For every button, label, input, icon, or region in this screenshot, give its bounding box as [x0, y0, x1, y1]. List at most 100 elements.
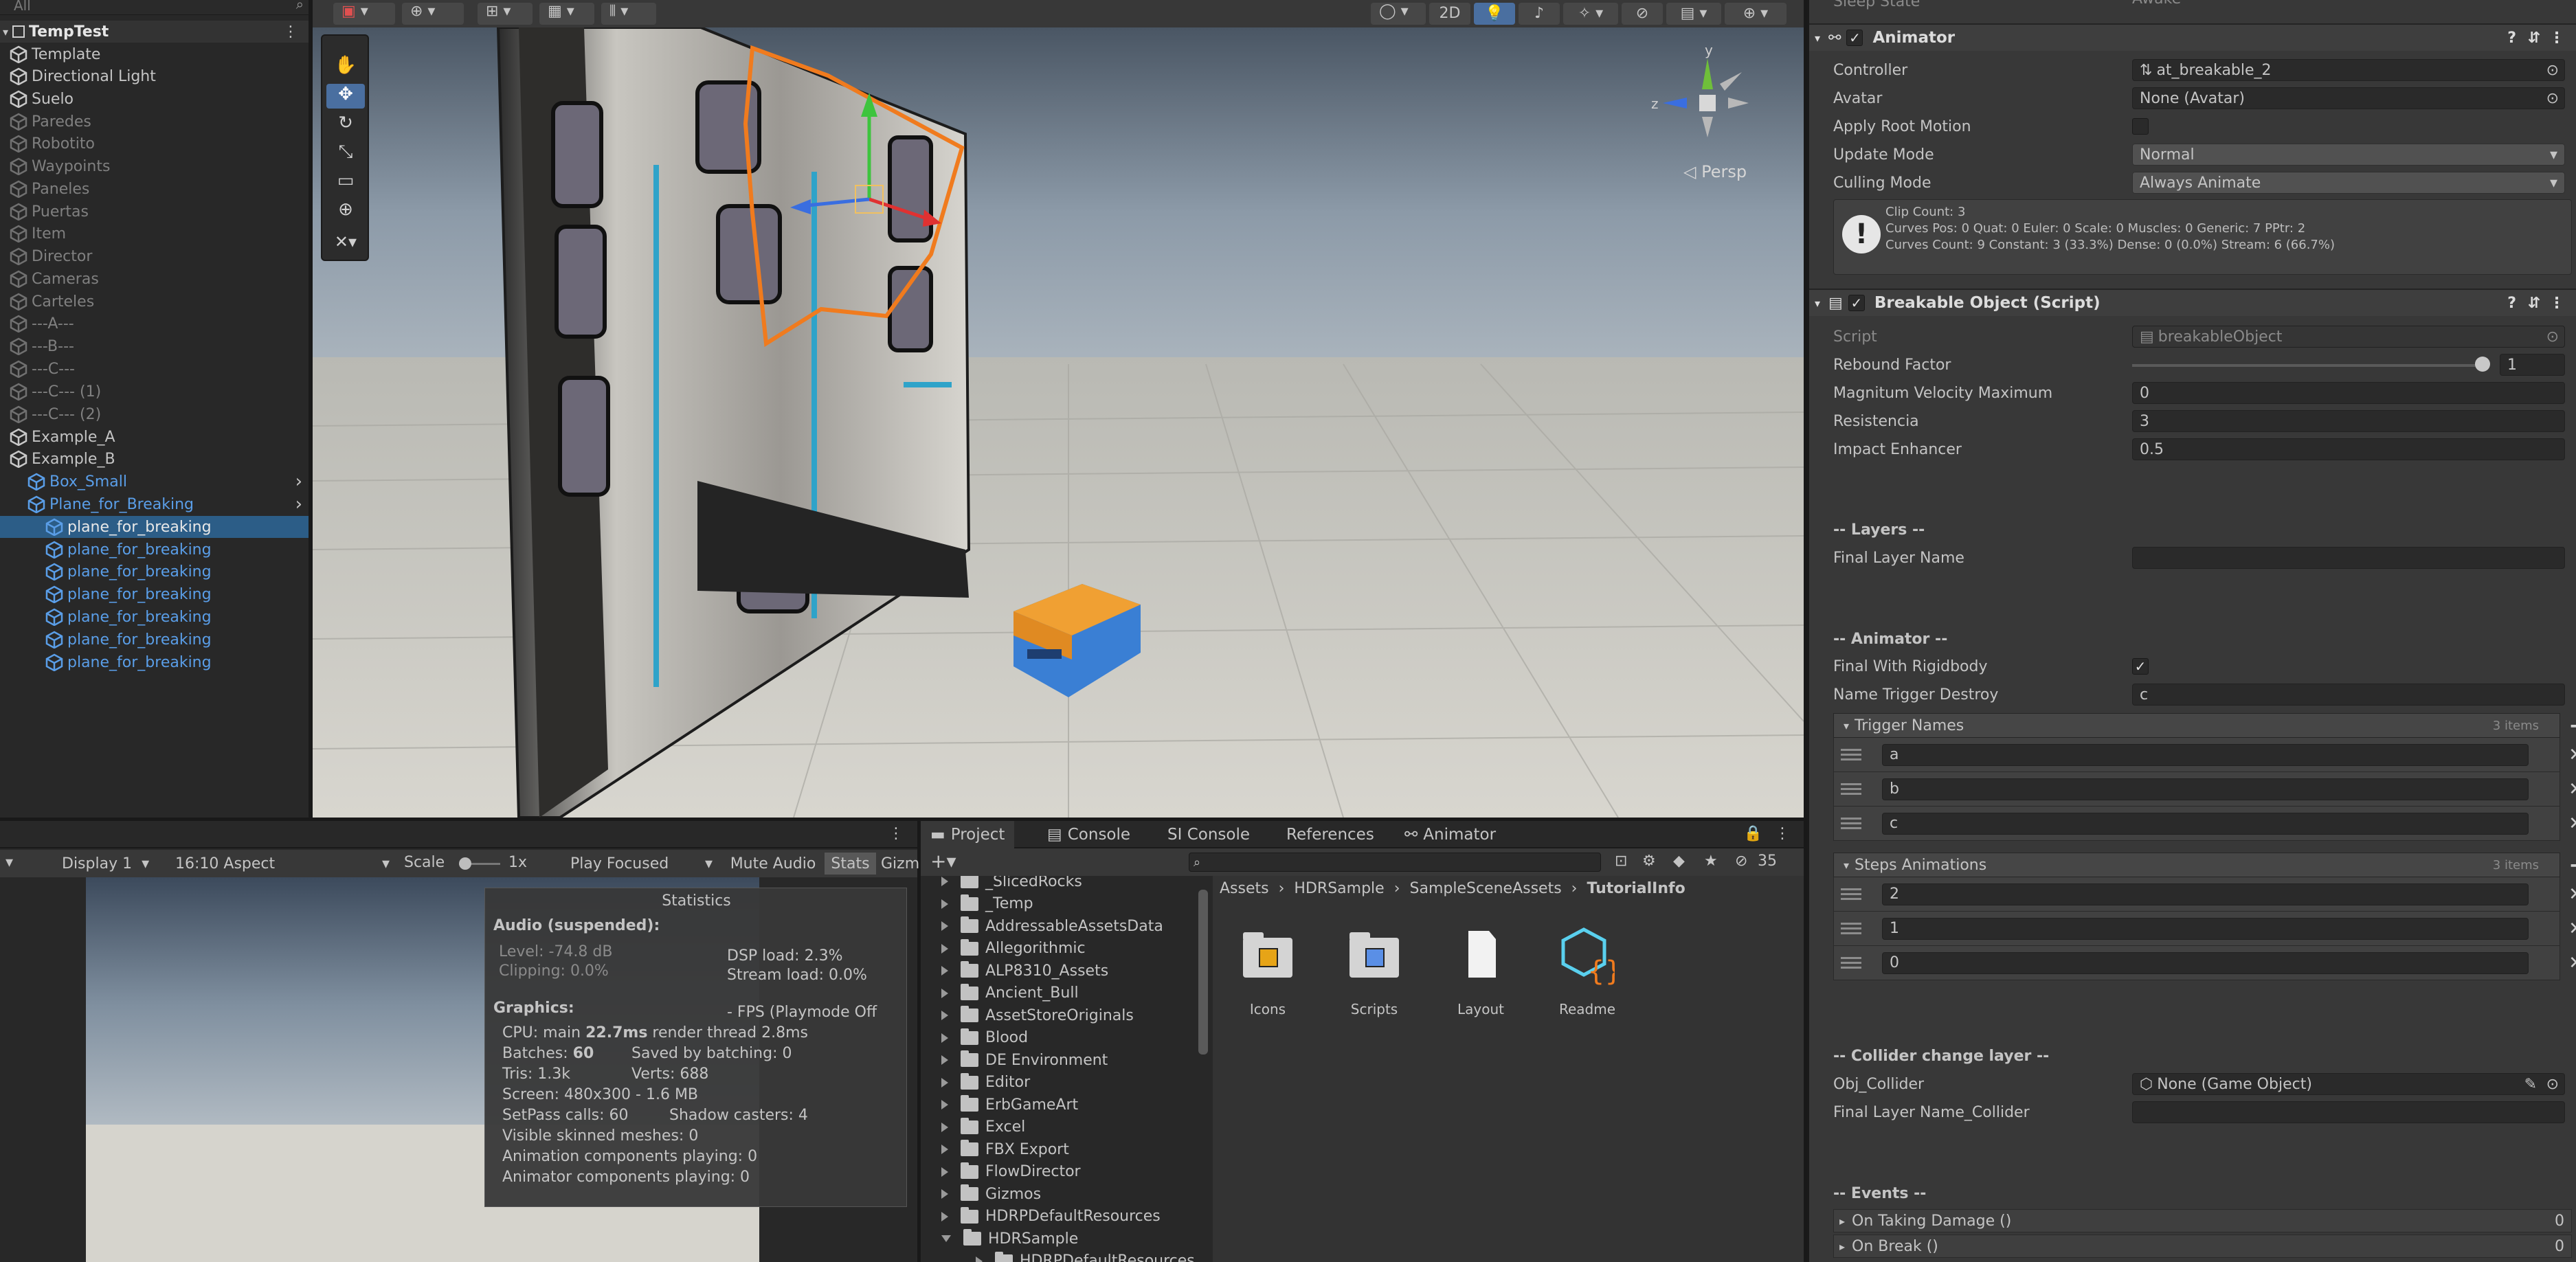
play-focused-dropdown[interactable]: Play Focused ▾	[570, 853, 718, 875]
hierarchy-item[interactable]: Paneles	[0, 178, 309, 200]
steps-animations-list-header[interactable]: ▾ Steps Animations 3 items +	[1833, 852, 2576, 878]
display-dropdown[interactable]: Display 1 ▾	[62, 853, 172, 875]
resistencia-field[interactable]: 3	[2132, 410, 2565, 432]
hierarchy-item[interactable]: plane_for_breaking	[0, 516, 309, 538]
scene-root-row[interactable]: ▾ TempTest ⋮	[0, 21, 309, 43]
transform-tool-icon[interactable]: ⊕	[326, 199, 365, 224]
expand-arrow-icon[interactable]	[941, 988, 948, 998]
hierarchy-item[interactable]: Plane_for_Breaking ›	[0, 493, 309, 515]
effects-dropdown[interactable]: ✧ ▾	[1563, 3, 1618, 25]
on-break-event[interactable]: ▸ On Break () 0	[1833, 1235, 2572, 1258]
object-picker-icon[interactable]: ⊙	[2546, 1076, 2559, 1093]
hierarchy-search-input[interactable]: All	[14, 0, 31, 14]
drag-handle-icon[interactable]	[1841, 888, 1861, 900]
expand-arrow-icon[interactable]	[941, 966, 948, 976]
lock-icon[interactable]: 🔒	[1744, 825, 1762, 842]
asset-item[interactable]: Icons	[1227, 924, 1309, 1027]
magnitum-field[interactable]: 0	[2132, 382, 2565, 404]
scene-menu-icon[interactable]: ⋮	[283, 23, 298, 41]
breadcrumb-item[interactable]: SampleSceneAssets	[1410, 880, 1562, 897]
help-icon[interactable]: ?	[2507, 295, 2516, 312]
breakable-enabled-checkbox[interactable]: ✓	[1848, 295, 1865, 311]
breadcrumb-item[interactable]: Assets	[1220, 880, 1269, 897]
stats-toggle[interactable]: Stats	[825, 853, 876, 875]
folder-tree-item[interactable]: DE Environment	[941, 1049, 1108, 1071]
folder-tree-item[interactable]: ErbGameArt	[941, 1094, 1078, 1116]
hierarchy-item[interactable]: ---A---	[0, 313, 309, 335]
apply-root-motion-checkbox[interactable]	[2132, 118, 2149, 135]
folder-tree-item[interactable]: ALP8310_Assets	[941, 960, 1108, 982]
open-prefab-chevron-icon[interactable]: ›	[295, 471, 302, 492]
tree-scrollbar[interactable]	[1198, 890, 1208, 1055]
folder-tree-item[interactable]: Blood	[941, 1027, 1028, 1049]
expand-arrow-icon[interactable]	[941, 1167, 948, 1177]
obj-collider-field[interactable]: ⬡ None (Game Object) ✎ ⊙	[2132, 1073, 2565, 1095]
game-mode-dropdown[interactable]: ▾	[5, 854, 13, 871]
hierarchy-item[interactable]: Puertas	[0, 201, 309, 223]
project-menu-icon[interactable]: ⋮	[1775, 825, 1790, 842]
list-item-field[interactable]: c	[1882, 812, 2529, 835]
final-layer-collider-field[interactable]	[2132, 1101, 2565, 1123]
persp-label[interactable]: ◁ Persp	[1683, 162, 1747, 181]
expand-arrow-icon[interactable]	[941, 1100, 948, 1109]
hierarchy-item[interactable]: Suelo	[0, 88, 309, 110]
list-item-field[interactable]: a	[1882, 743, 2529, 766]
expand-arrow-icon[interactable]	[976, 1256, 983, 1262]
rect-tool-icon[interactable]: ▭	[326, 170, 365, 195]
camera-dropdown[interactable]: ▤ ▾	[1666, 3, 1721, 25]
game-menu-icon[interactable]: ⋮	[888, 825, 904, 842]
asset-item[interactable]: Layout	[1440, 924, 1522, 1027]
global-dropdown[interactable]: ⊕ ▾	[402, 3, 464, 25]
breakable-component-header[interactable]: ▾ ▤ ✓ Breakable Object (Script) ? ⇵ ⋮	[1809, 289, 2576, 316]
audio-toggle-icon[interactable]: ♪	[1519, 3, 1560, 25]
folder-tree-item[interactable]: HDRPDefaultResources	[941, 1206, 1161, 1228]
folder-tree-item[interactable]: HDRPDefaultResources	[976, 1250, 1195, 1262]
remove-item-icon[interactable]: ✕	[2568, 953, 2576, 973]
asset-item[interactable]: Scripts	[1333, 924, 1415, 1027]
hierarchy-item[interactable]: Cameras	[0, 268, 309, 290]
animator-enabled-checkbox[interactable]: ✓	[1846, 30, 1863, 46]
orientation-gizmo[interactable]: y z	[1639, 41, 1776, 179]
favorite-icon[interactable]: ★	[1704, 853, 1718, 870]
hierarchy-item[interactable]: Directional Light	[0, 65, 309, 87]
expand-arrow-icon[interactable]	[941, 1235, 951, 1242]
draw-mode-dropdown[interactable]: ◯ ▾	[1371, 3, 1426, 25]
hierarchy-item[interactable]: Director	[0, 245, 309, 267]
hierarchy-item[interactable]: Paredes	[0, 111, 309, 133]
scale-tool-icon[interactable]: ⤡	[326, 142, 365, 166]
expand-arrow-icon[interactable]	[941, 877, 948, 886]
folder-tree-item[interactable]: FBX Export	[941, 1138, 1069, 1160]
folder-tree-item[interactable]: HDRSample	[941, 1228, 1078, 1250]
hierarchy-item[interactable]: Item	[0, 223, 309, 245]
gizmo-tool-dropdown[interactable]: ▣ ▾	[333, 3, 395, 25]
snap-dropdown[interactable]: ⊞ ▾	[478, 3, 533, 25]
folder-tree-item[interactable]: FlowDirector	[941, 1161, 1081, 1183]
remove-item-icon[interactable]: ✕	[2568, 813, 2576, 834]
gizmos-toggle[interactable]: Gizm	[881, 853, 922, 875]
folder-tree-item[interactable]: Ancient_Bull	[941, 982, 1079, 1004]
expand-arrow-icon[interactable]	[941, 1122, 948, 1132]
hierarchy-item[interactable]: plane_for_breaking	[0, 606, 309, 628]
tab-project[interactable]: ▬ Project	[921, 821, 1015, 848]
folder-tree-item[interactable]: Editor	[941, 1072, 1030, 1094]
drag-handle-icon[interactable]	[1841, 783, 1861, 795]
drag-handle-icon[interactable]	[1841, 923, 1861, 934]
list-item-field[interactable]: 1	[1882, 917, 2529, 940]
name-trigger-destroy-field[interactable]: c	[2132, 684, 2565, 706]
culling-mode-dropdown[interactable]: Always Animate ▾	[2132, 172, 2565, 194]
increment-dropdown[interactable]: ⫴ ▾	[601, 3, 656, 25]
expand-arrow-icon[interactable]	[941, 1033, 948, 1043]
avatar-field[interactable]: None (Avatar) ⊙	[2132, 87, 2565, 109]
tab-animator[interactable]: ⚯ Animator	[1395, 821, 1505, 848]
folder-tree-item[interactable]: Gizmos	[941, 1183, 1041, 1205]
tab-si-console[interactable]: SI Console	[1158, 821, 1259, 848]
remove-item-icon[interactable]: ✕	[2568, 745, 2576, 765]
preset-icon[interactable]: ⇵	[2528, 295, 2540, 312]
hierarchy-item[interactable]: Robotito	[0, 133, 309, 155]
hierarchy-item[interactable]: Example_A	[0, 426, 309, 448]
label-icon[interactable]: ◆	[1673, 853, 1685, 870]
component-menu-icon[interactable]: ⋮	[2549, 295, 2564, 312]
create-button[interactable]: +▾	[930, 850, 956, 872]
search-icon[interactable]: ⌕	[296, 0, 304, 12]
final-with-rigidbody-checkbox[interactable]: ✓	[2132, 658, 2149, 675]
